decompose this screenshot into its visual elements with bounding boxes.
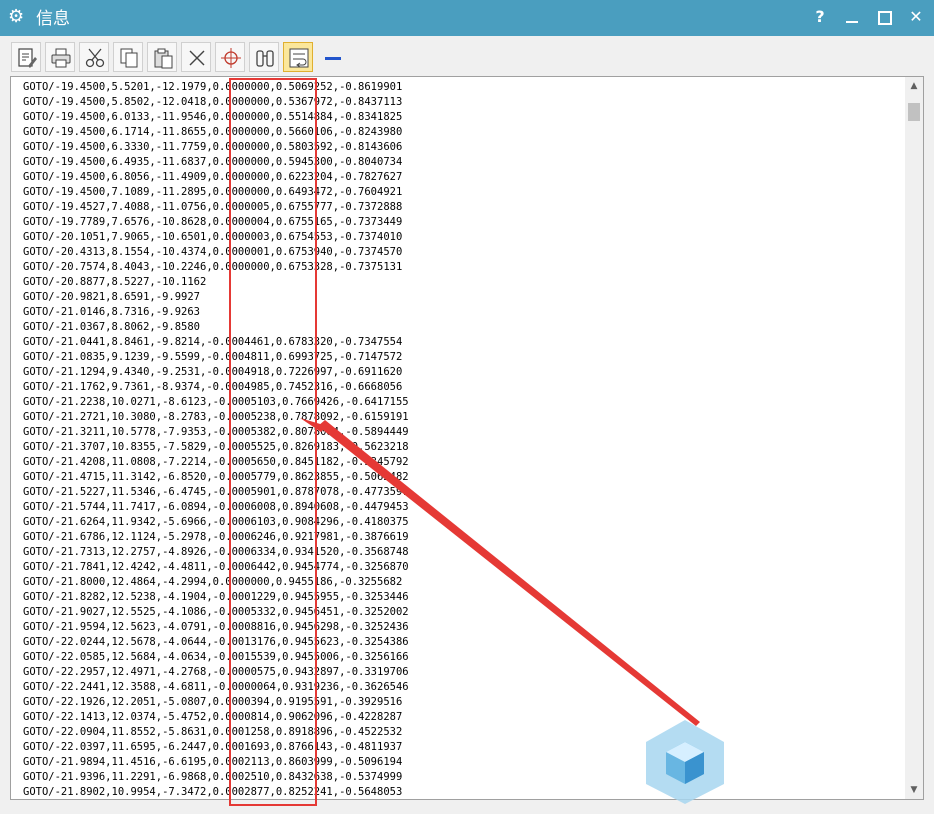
text-line: GOTO/-20.8877,8.5227,-10.1162 — [23, 276, 207, 288]
window-title: 信息 — [36, 9, 70, 29]
minus-icon — [325, 57, 341, 60]
text-line: GOTO/-21.0441,8.8461,-9.8214,-0.0004461,… — [23, 336, 403, 348]
text-line: GOTO/-20.1051,7.9065,-10.6501,0.0000003,… — [23, 231, 403, 243]
text-line: GOTO/-21.9396,11.2291,-6.9868,0.0002510,… — [23, 771, 403, 783]
text-line: GOTO/-22.0585,12.5684,-4.0634,-0.0015539… — [23, 651, 409, 663]
text-line: GOTO/-21.0367,8.8062,-9.8580 — [23, 321, 201, 333]
target-button[interactable] — [215, 42, 245, 72]
maximize-button[interactable] — [872, 5, 896, 29]
text-line: GOTO/-19.4527,7.4088,-11.0756,0.0000005,… — [23, 201, 403, 213]
text-line: GOTO/-22.1413,12.0374,-5.4752,0.0000814,… — [23, 711, 403, 723]
edit-document-icon — [18, 48, 37, 68]
text-line: GOTO/-19.7789,7.6576,-10.8628,0.0000004,… — [23, 216, 403, 228]
edit-document-button[interactable] — [11, 42, 41, 72]
text-line: GOTO/-22.2441,12.3588,-4.6811,-0.0000064… — [23, 681, 409, 693]
text-line: GOTO/-20.9821,8.6591,-9.9927 — [23, 291, 201, 303]
delete-button[interactable] — [181, 42, 211, 72]
scroll-thumb[interactable] — [908, 103, 920, 121]
print-icon — [51, 48, 71, 68]
minimize-icon — [846, 21, 858, 23]
text-line: GOTO/-21.2238,10.0271,-8.6123,-0.0005103… — [23, 396, 409, 408]
copy-button[interactable] — [113, 42, 143, 72]
text-line: GOTO/-21.3211,10.5778,-7.9353,-0.0005382… — [23, 426, 409, 438]
text-line: GOTO/-21.2721,10.3080,-8.2783,-0.0005238… — [23, 411, 409, 423]
text-line: GOTO/-19.4500,7.1089,-11.2895,0.0000000,… — [23, 186, 403, 198]
vertical-scrollbar[interactable]: ▲ ▼ — [905, 77, 923, 799]
text-line: GOTO/-19.4500,6.0133,-11.9546,0.0000000,… — [23, 111, 403, 123]
paste-button[interactable] — [147, 42, 177, 72]
close-button[interactable]: ✕ — [904, 5, 928, 29]
text-line: GOTO/-20.7574,8.4043,-10.2246,0.0000000,… — [23, 261, 403, 273]
text-line: GOTO/-21.8282,12.5238,-4.1904,-0.0001229… — [23, 591, 409, 603]
find-button[interactable] — [249, 42, 279, 72]
text-line: GOTO/-20.4313,8.1554,-10.4374,0.0000001,… — [23, 246, 403, 258]
text-line: GOTO/-22.0904,11.8552,-5.8631,0.0001258,… — [23, 726, 403, 738]
text-line: GOTO/-22.1926,12.2051,-5.0807,0.0000394,… — [23, 696, 403, 708]
text-line: GOTO/-22.0397,11.6595,-6.2447,0.0001693,… — [23, 741, 403, 753]
minimize-button[interactable] — [840, 5, 864, 29]
word-wrap-button[interactable] — [283, 42, 313, 72]
close-icon: ✕ — [909, 7, 923, 26]
text-line: GOTO/-22.0244,12.5678,-4.0644,-0.0013176… — [23, 636, 409, 648]
text-line: GOTO/-21.1294,9.4340,-9.2531,-0.0004918,… — [23, 366, 403, 378]
text-line: GOTO/-21.0835,9.1239,-9.5599,-0.0004811,… — [23, 351, 403, 363]
binoculars-icon — [256, 50, 274, 67]
target-icon — [221, 48, 241, 68]
word-wrap-icon — [289, 48, 309, 68]
paste-icon — [154, 48, 173, 69]
text-line: GOTO/-21.1762,9.7361,-8.9374,-0.0004985,… — [23, 381, 403, 393]
text-line: GOTO/-21.8902,10.9954,-7.3472,0.0002877,… — [23, 786, 403, 798]
text-line: GOTO/-21.6786,12.1124,-5.2978,-0.0006246… — [23, 531, 409, 543]
text-line: GOTO/-19.4500,6.4935,-11.6837,0.0000000,… — [23, 156, 403, 168]
text-line: GOTO/-19.4500,5.5201,-12.1979,0.0000000,… — [23, 81, 403, 93]
collapse-button[interactable] — [317, 42, 347, 72]
print-button[interactable] — [45, 42, 75, 72]
text-line: GOTO/-21.5744,11.7417,-6.0894,-0.0006008… — [23, 501, 409, 513]
text-line: GOTO/-21.7841,12.4242,-4.4811,-0.0006442… — [23, 561, 409, 573]
text-line: GOTO/-22.2957,12.4971,-4.2768,-0.0000575… — [23, 666, 409, 678]
maximize-icon — [878, 11, 892, 25]
copy-icon — [120, 48, 138, 68]
cut-icon — [85, 48, 105, 68]
text-line: GOTO/-19.4500,5.8502,-12.0418,0.0000000,… — [23, 96, 403, 108]
text-line: GOTO/-21.0146,8.7316,-9.9263 — [23, 306, 201, 318]
info-text-area[interactable]: GOTO/-19.4500,5.5201,-12.1979,0.0000000,… — [10, 76, 924, 800]
text-line: GOTO/-21.3707,10.8355,-7.5829,-0.0005525… — [23, 441, 409, 453]
text-line: GOTO/-21.9027,12.5525,-4.1086,-0.0005332… — [23, 606, 409, 618]
text-line: GOTO/-21.4208,11.0808,-7.2214,-0.0005650… — [23, 456, 409, 468]
text-line: GOTO/-19.4500,6.1714,-11.8655,0.0000000,… — [23, 126, 403, 138]
cut-button[interactable] — [79, 42, 109, 72]
text-line: GOTO/-21.4715,11.3142,-6.8520,-0.0005779… — [23, 471, 409, 483]
text-line: GOTO/-21.9894,11.4516,-6.6195,0.0002113,… — [23, 756, 403, 768]
text-line: GOTO/-21.6264,11.9342,-5.6966,-0.0006103… — [23, 516, 409, 528]
text-line: GOTO/-21.5227,11.5346,-6.4745,-0.0005901… — [23, 486, 409, 498]
toolbar — [0, 36, 934, 76]
text-line: GOTO/-21.7313,12.2757,-4.8926,-0.0006334… — [23, 546, 409, 558]
text-line: GOTO/-21.9594,12.5623,-4.0791,-0.0008816… — [23, 621, 409, 633]
text-line: GOTO/-19.4500,6.8056,-11.4909,0.0000000,… — [23, 171, 403, 183]
scroll-down-arrow-icon[interactable]: ▼ — [905, 781, 923, 799]
text-line: GOTO/-21.8000,12.4864,-4.2994,0.0000000,… — [23, 576, 403, 588]
gear-icon: ⚙ — [8, 6, 25, 27]
title-bar[interactable]: ⚙ 信息 ? ✕ — [0, 0, 934, 36]
text-line: GOTO/-19.4500,6.3330,-11.7759,0.0000000,… — [23, 141, 403, 153]
scroll-up-arrow-icon[interactable]: ▲ — [905, 77, 923, 95]
text-lines: GOTO/-19.4500,5.5201,-12.1979,0.0000000,… — [23, 80, 409, 799]
delete-icon — [189, 50, 205, 66]
help-button[interactable]: ? — [808, 5, 832, 29]
